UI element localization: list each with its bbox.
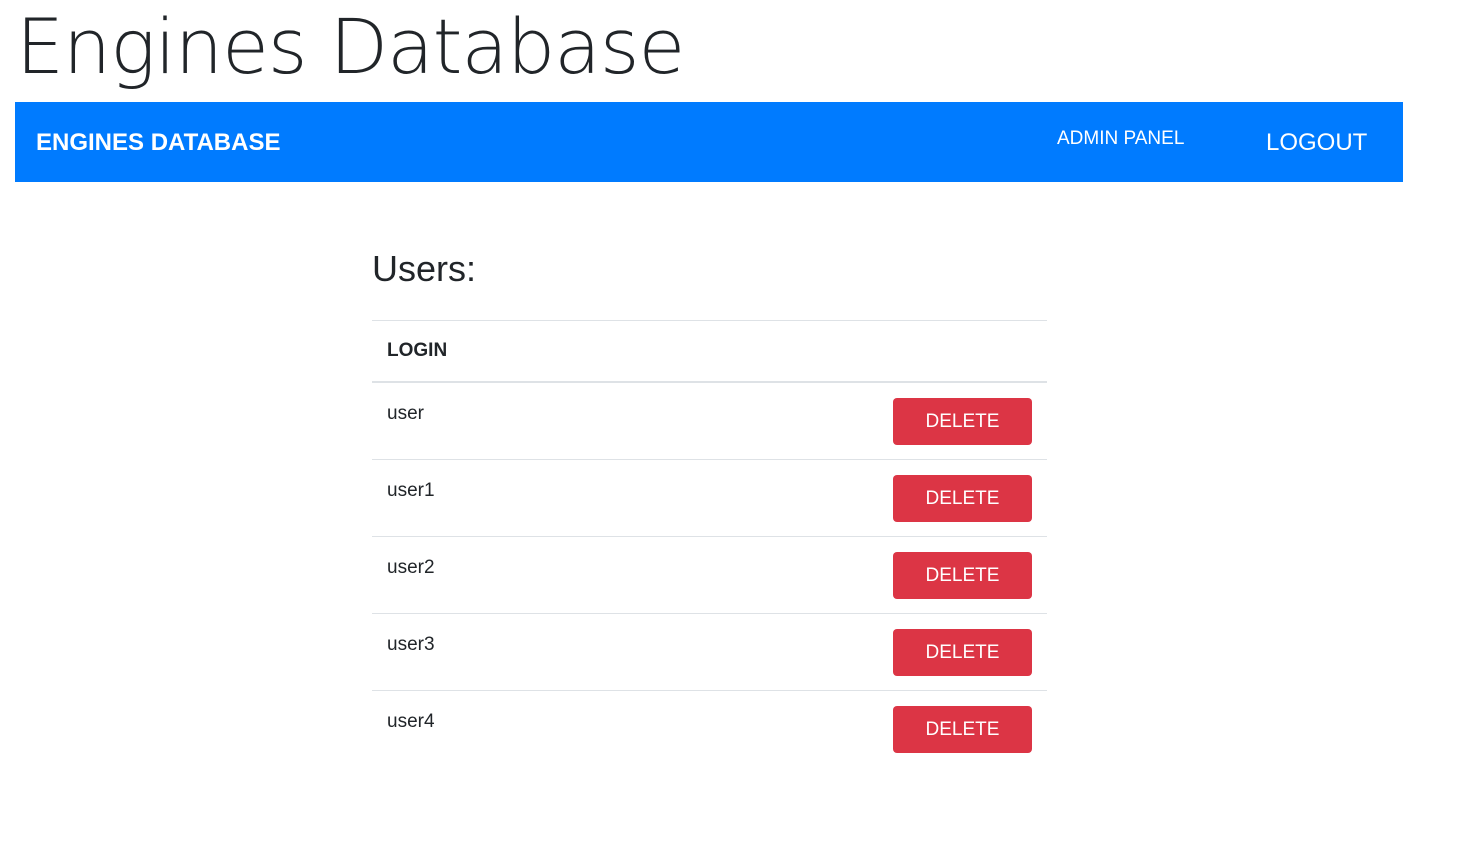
user-login: user3 (372, 613, 607, 691)
main-content: Users: LOGIN user DELETE user1 DELETE us… (372, 236, 1047, 767)
section-title: Users: (372, 248, 477, 289)
delete-button[interactable]: DELETE (893, 705, 1032, 753)
column-header-login: LOGIN (372, 320, 607, 383)
table-row: user DELETE (372, 382, 1047, 460)
user-login: user (372, 382, 607, 460)
nav-link-admin-panel[interactable]: ADMIN PANEL (1057, 126, 1184, 152)
users-table: LOGIN user DELETE user1 DELETE user2 DEL… (372, 320, 1047, 767)
delete-button[interactable]: DELETE (893, 551, 1032, 599)
navbar-brand[interactable]: ENGINES DATABASE (36, 102, 280, 182)
table-row: user3 DELETE (372, 613, 1047, 691)
page-title: Engines Database (16, 2, 685, 91)
table-header-row: LOGIN (372, 320, 1047, 383)
column-header-actions (606, 320, 1047, 383)
table-row: user1 DELETE (372, 459, 1047, 537)
delete-button[interactable]: DELETE (893, 474, 1032, 522)
user-login: user2 (372, 536, 607, 614)
user-login: user4 (387, 710, 435, 732)
delete-button[interactable]: DELETE (893, 398, 1032, 445)
table-row: user2 DELETE (372, 536, 1047, 614)
user-login: user1 (372, 459, 607, 537)
navbar: ENGINES DATABASE ADMIN PANEL LOGOUT (15, 102, 1403, 182)
nav-link-logout[interactable]: LOGOUT (1266, 128, 1367, 158)
table-row: user4 DELETE (372, 690, 1047, 767)
delete-button[interactable]: DELETE (893, 628, 1032, 676)
